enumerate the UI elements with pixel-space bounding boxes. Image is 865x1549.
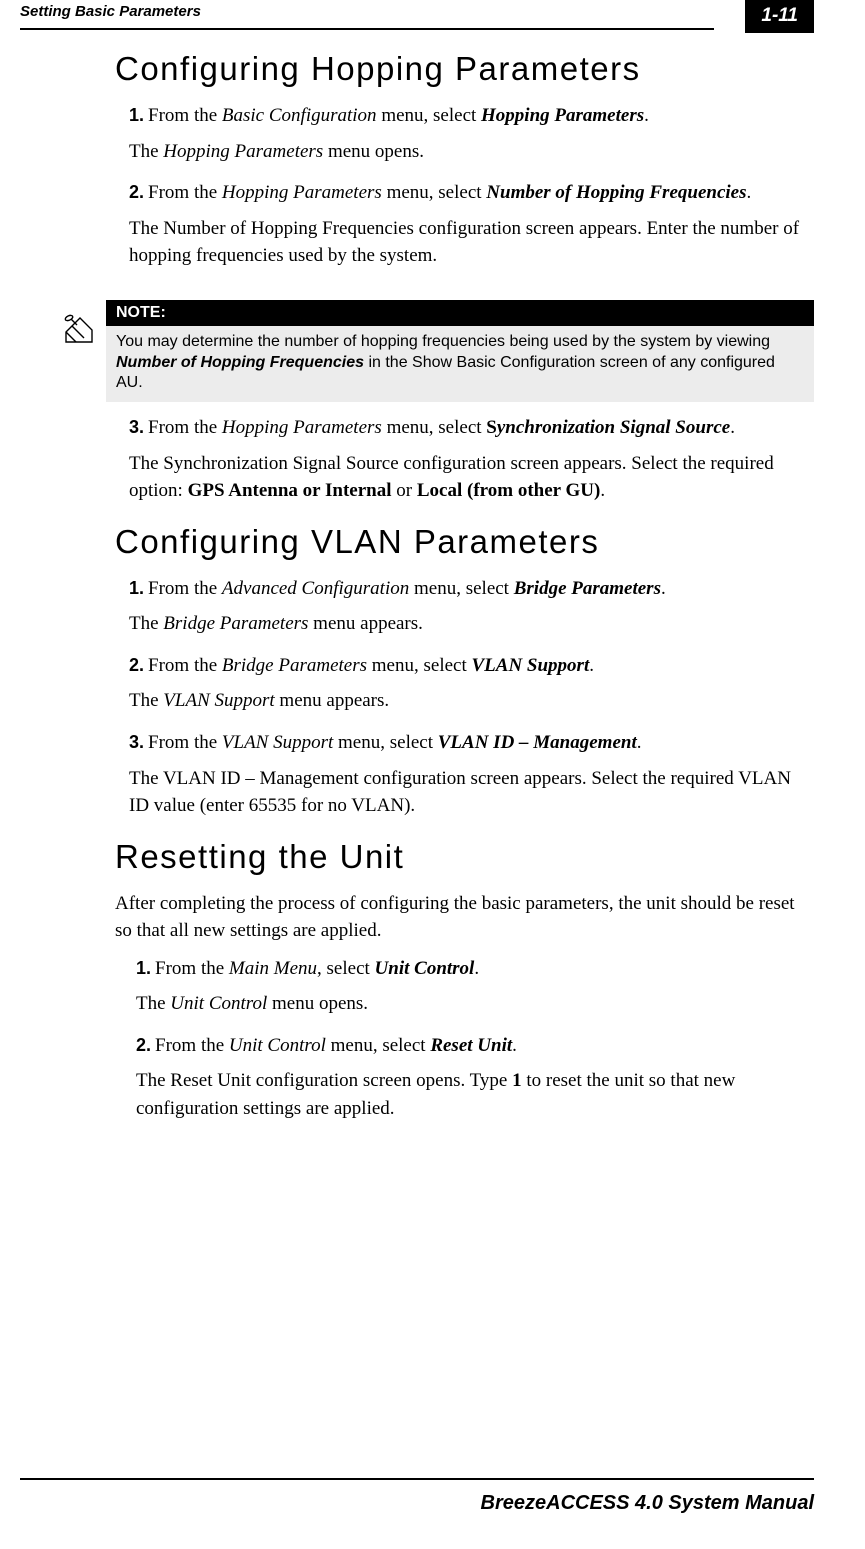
vlan-step-1: 1. From the Advanced Configuration menu,…	[129, 575, 814, 603]
step-text: From the Advanced Configuration menu, se…	[148, 578, 666, 599]
note-label: NOTE:	[106, 300, 814, 326]
hopping-step-3-sub: The Synchronization Signal Source config…	[129, 450, 814, 505]
page-content: Configuring Hopping Parameters 1. From t…	[0, 50, 865, 270]
reset-step-2: 2. From the Unit Control menu, select Re…	[136, 1032, 814, 1060]
hopping-step-1-sub: The Hopping Parameters menu opens.	[129, 138, 814, 166]
reset-step-1-sub: The Unit Control menu opens.	[136, 990, 814, 1018]
reset-intro: After completing the process of configur…	[115, 890, 814, 945]
section-title: Setting Basic Parameters	[20, 0, 201, 20]
heading-hopping: Configuring Hopping Parameters	[115, 50, 814, 88]
hopping-step-2-sub: The Number of Hopping Frequencies config…	[129, 215, 814, 270]
step-text: From the Bridge Parameters menu, select …	[148, 655, 594, 676]
step-text: From the Main Menu, select Unit Control.	[155, 958, 479, 979]
page-footer: BreezeACCESS 4.0 System Manual	[20, 1478, 814, 1515]
vlan-step-2: 2. From the Bridge Parameters menu, sele…	[129, 652, 814, 680]
step-number: 2.	[129, 655, 144, 675]
footer-text: BreezeACCESS 4.0 System Manual	[20, 1492, 814, 1515]
vlan-step-3: 3. From the VLAN Support menu, select VL…	[129, 729, 814, 757]
reset-step-1: 1. From the Main Menu, select Unit Contr…	[136, 955, 814, 983]
heading-vlan: Configuring VLAN Parameters	[115, 523, 814, 561]
step-text: From the Hopping Parameters menu, select…	[148, 417, 735, 438]
step-number: 1.	[129, 105, 144, 125]
step-number: 1.	[136, 958, 151, 978]
hopping-step-3: 3. From the Hopping Parameters menu, sel…	[129, 414, 814, 442]
step-text: From the Basic Configuration menu, selec…	[148, 105, 649, 126]
hopping-step-2: 2. From the Hopping Parameters menu, sel…	[129, 179, 814, 207]
step-text: From the Hopping Parameters menu, select…	[148, 182, 751, 203]
step-number: 2.	[129, 182, 144, 202]
vlan-step-2-sub: The VLAN Support menu appears.	[129, 687, 814, 715]
heading-reset: Resetting the Unit	[115, 838, 814, 876]
header-rule	[20, 28, 714, 30]
step-number: 3.	[129, 417, 144, 437]
note-icon	[62, 300, 106, 353]
page-content-continued: 3. From the Hopping Parameters menu, sel…	[0, 414, 865, 1122]
page-header: Setting Basic Parameters 1-11	[0, 0, 865, 42]
page-number: 1-11	[745, 0, 814, 33]
vlan-step-3-sub: The VLAN ID – Management configuration s…	[129, 765, 814, 820]
step-text: From the Unit Control menu, select Reset…	[155, 1035, 517, 1056]
note-block: NOTE: You may determine the number of ho…	[62, 300, 814, 402]
hopping-step-1: 1. From the Basic Configuration menu, se…	[129, 102, 814, 130]
note-body: You may determine the number of hopping …	[106, 326, 814, 402]
step-number: 3.	[129, 732, 144, 752]
step-text: From the VLAN Support menu, select VLAN …	[148, 732, 641, 753]
reset-step-2-sub: The Reset Unit configuration screen open…	[136, 1067, 814, 1122]
step-number: 1.	[129, 578, 144, 598]
footer-rule	[20, 1478, 814, 1480]
step-number: 2.	[136, 1035, 151, 1055]
vlan-step-1-sub: The Bridge Parameters menu appears.	[129, 610, 814, 638]
note-content: NOTE: You may determine the number of ho…	[106, 300, 814, 402]
